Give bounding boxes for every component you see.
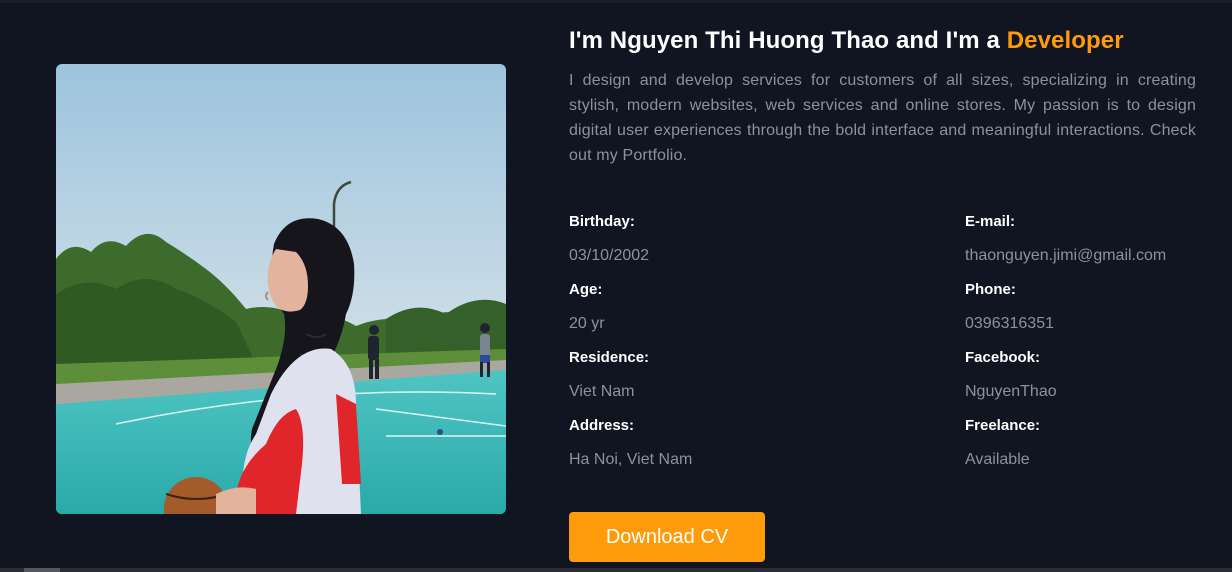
- info-value: Ha Noi, Viet Nam: [569, 451, 693, 468]
- info-freelance: Freelance: Available: [965, 409, 1215, 477]
- info-age: Age: 20 yr: [569, 273, 869, 341]
- phone-link[interactable]: 0396316351: [965, 307, 1215, 341]
- info-value: Viet Nam: [569, 383, 635, 400]
- info-label: E-mail:: [965, 213, 1016, 230]
- info-label: Address:: [569, 417, 635, 434]
- title-prefix: I'm Nguyen Thi Huong Thao and I'm a: [569, 27, 1007, 54]
- info-label: Residence:: [569, 349, 650, 366]
- info-label: Facebook:: [965, 349, 1041, 366]
- page-title: I'm Nguyen Thi Huong Thao and I'm a Deve…: [569, 24, 1196, 58]
- info-label: Birthday:: [569, 213, 635, 230]
- info-value: 20 yr: [569, 315, 605, 332]
- info-residence: Residence: Viet Nam: [569, 341, 869, 409]
- info-phone: Phone: 0396316351: [965, 273, 1215, 341]
- bio-text: I design and develop services for custom…: [569, 72, 1196, 164]
- info-value: 03/10/2002: [569, 247, 650, 264]
- title-role: Developer: [1006, 27, 1124, 54]
- info-label: Age:: [569, 281, 603, 298]
- about-section: I'm Nguyen Thi Huong Thao and I'm a Deve…: [569, 24, 1196, 168]
- download-cv-button[interactable]: Download CV: [569, 512, 765, 562]
- info-address: Address: Ha Noi, Viet Nam: [569, 409, 869, 477]
- info-column-left: Birthday: 03/10/2002 Age: 20 yr Residenc…: [569, 205, 869, 477]
- info-label: Freelance:: [965, 417, 1041, 434]
- top-border: [0, 0, 1232, 3]
- info-facebook: Facebook: NguyenThao: [965, 341, 1215, 409]
- profile-photo: [56, 64, 506, 514]
- scrollbar-thumb[interactable]: [24, 568, 60, 572]
- info-column-right: E-mail: thaonguyen.jimi@gmail.com Phone:…: [965, 205, 1215, 477]
- info-value: Available: [965, 451, 1030, 468]
- facebook-link[interactable]: NguyenThao: [965, 375, 1215, 409]
- info-birthday: Birthday: 03/10/2002: [569, 205, 869, 273]
- horizontal-scrollbar[interactable]: [0, 568, 1232, 572]
- info-email: E-mail: thaonguyen.jimi@gmail.com: [965, 205, 1215, 273]
- email-link[interactable]: thaonguyen.jimi@gmail.com: [965, 239, 1215, 273]
- info-label: Phone:: [965, 281, 1016, 298]
